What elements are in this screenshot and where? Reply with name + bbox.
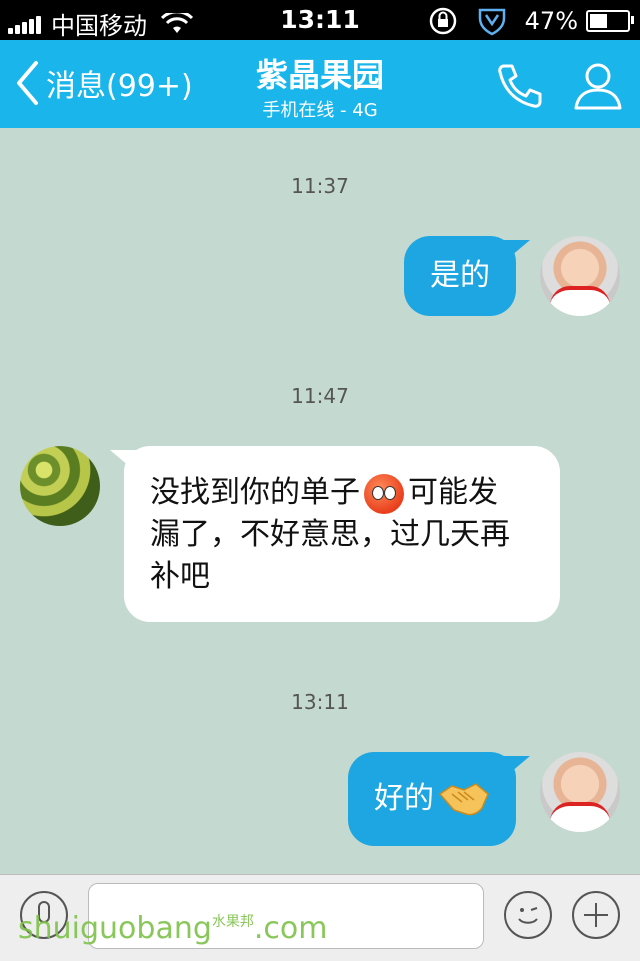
message-timestamp: 11:37 [291, 174, 349, 198]
handshake-emoji-icon [438, 783, 489, 816]
battery-percentage: 47% [524, 7, 578, 35]
rotation-lock-icon [429, 7, 456, 35]
phone-icon[interactable] [494, 60, 546, 112]
bubble-tail [504, 756, 530, 778]
message-text: 好的 [374, 781, 434, 816]
input-bar: shuiguobang水果邦.com [0, 874, 640, 961]
plus-icon [584, 903, 608, 927]
message-text: 可能发 [408, 475, 498, 510]
message-text: 是的 [430, 258, 490, 293]
profile-icon[interactable] [572, 60, 624, 112]
watermark: shuiguobang水果邦.com [18, 911, 328, 946]
message-line: 漏了，不好意思，过几天再 [150, 517, 510, 552]
chat-header: 消息(99+) 紫晶果园 手机在线 - 4G [0, 40, 640, 128]
outgoing-message-bubble[interactable]: 是的 [404, 236, 516, 316]
watermark-text: shuiguobang [18, 911, 212, 946]
sweat-emoji-icon [364, 473, 404, 514]
watermark-com: .com [253, 911, 328, 946]
bubble-tail [504, 240, 530, 262]
emoji-icon [518, 907, 538, 924]
battery-icon [586, 10, 634, 32]
message-timestamp: 13:11 [291, 690, 349, 714]
my-avatar[interactable] [540, 752, 620, 832]
shield-icon [478, 8, 505, 36]
status-bar: 中国移动 13:11 47% [0, 0, 640, 40]
plus-button[interactable] [572, 891, 620, 939]
my-avatar[interactable] [540, 236, 620, 316]
contact-avatar[interactable] [20, 446, 100, 526]
watermark-cn: 水果邦 [211, 914, 254, 930]
emoji-button[interactable] [504, 891, 552, 939]
message-line: 没找到你的单子 可能发 [150, 472, 534, 514]
outgoing-message-bubble[interactable]: 好的 [348, 752, 516, 846]
incoming-message-bubble[interactable]: 没找到你的单子 可能发 漏了，不好意思，过几天再 补吧 [124, 446, 560, 622]
message-timestamp: 11:47 [291, 384, 349, 408]
message-text: 没找到你的单子 [150, 475, 360, 510]
message-line: 补吧 [150, 559, 210, 594]
